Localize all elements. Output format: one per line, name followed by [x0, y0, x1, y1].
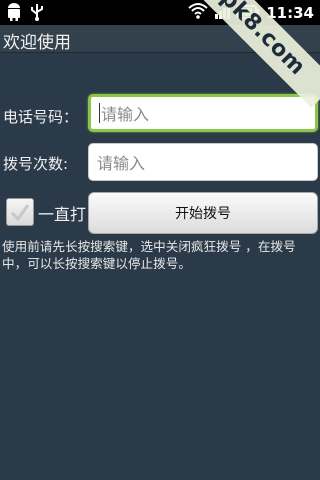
check-mark-icon — [10, 204, 30, 222]
app-title: 欢迎使用 — [3, 33, 71, 53]
start-dial-button[interactable]: 开始拨号 — [88, 192, 318, 234]
count-placeholder: 请输入 — [97, 154, 146, 173]
help-text: 使用前请先长按搜索键，选中关闭疯狂拨号 ，在拨号中，可以长按搜索键以停止拨号。 — [2, 239, 296, 271]
phone-label: 电话号码： — [3, 108, 79, 126]
text-caret — [99, 103, 100, 123]
wifi-icon — [188, 2, 208, 24]
always-label: 一直打 — [38, 205, 87, 224]
phone-placeholder: 请输入 — [101, 105, 150, 124]
usb-icon — [30, 3, 44, 25]
phone-input[interactable]: 请输入 — [88, 94, 318, 132]
always-checkbox[interactable] — [6, 198, 34, 226]
count-label: 拨号次数: — [3, 155, 69, 173]
android-icon — [6, 3, 22, 25]
count-input[interactable]: 请输入 — [88, 143, 318, 181]
